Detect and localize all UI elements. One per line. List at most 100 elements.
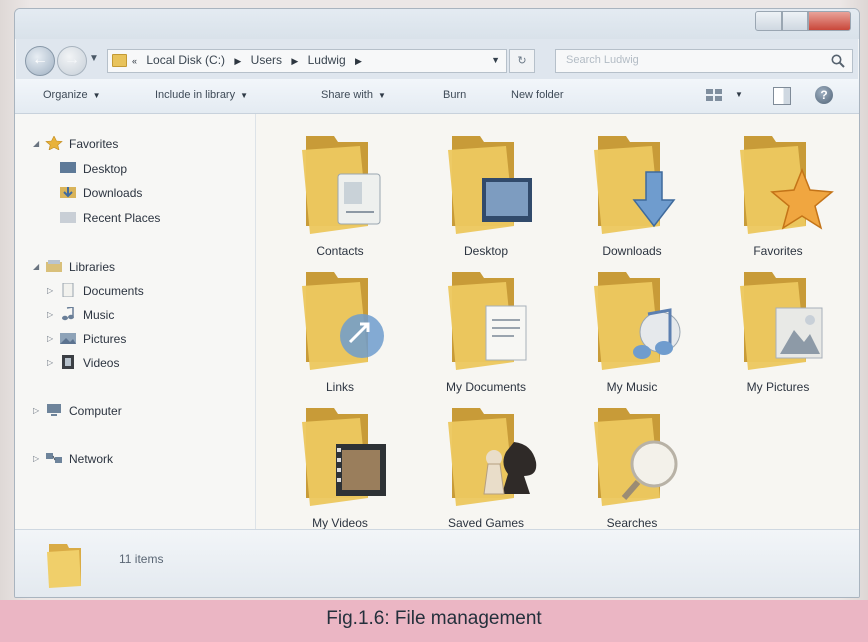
folder-item[interactable]: Desktop bbox=[426, 130, 546, 260]
share-with-button[interactable]: Share with ▼ bbox=[321, 89, 386, 101]
folder-label: My Documents bbox=[445, 380, 527, 394]
sidebar-item-downloads[interactable]: Downloads bbox=[83, 186, 142, 200]
breadcrumb-item[interactable]: Users bbox=[251, 53, 282, 67]
navigation-pane: ◢ Favorites Desktop Downloads Recent Pla… bbox=[15, 114, 256, 529]
star-icon bbox=[740, 136, 834, 234]
film-strip-icon bbox=[302, 408, 386, 506]
star-icon bbox=[45, 136, 63, 150]
folder-item[interactable]: Saved Games bbox=[426, 402, 546, 532]
folder-item[interactable]: My Pictures bbox=[718, 266, 838, 396]
window-controls bbox=[755, 11, 852, 31]
include-in-library-label: Include in library bbox=[155, 89, 236, 101]
recent-places-icon bbox=[60, 212, 76, 223]
folder-item[interactable]: Downloads bbox=[572, 130, 692, 260]
burn-button[interactable]: Burn bbox=[443, 89, 466, 101]
folder-label: My Music bbox=[606, 380, 658, 394]
minimize-button[interactable] bbox=[755, 11, 783, 31]
collapsed-arrow-icon[interactable]: ▷ bbox=[33, 454, 39, 463]
sidebar-item-videos[interactable]: Videos bbox=[83, 356, 119, 370]
folder-label: My Pictures bbox=[746, 380, 810, 394]
film-strip-icon bbox=[62, 355, 74, 369]
preview-pane-icon[interactable] bbox=[773, 87, 791, 105]
chevron-right-icon[interactable]: ▶ bbox=[291, 56, 298, 66]
folder-icon bbox=[47, 544, 81, 588]
refresh-button[interactable]: ↻ bbox=[509, 49, 535, 73]
help-icon[interactable]: ? bbox=[815, 86, 833, 104]
breadcrumb-item[interactable]: Ludwig bbox=[308, 53, 346, 67]
address-bar[interactable]: « Local Disk (C:) ▶ Users ▶ Ludwig ▶ ▼ bbox=[107, 49, 507, 73]
folder-label: Desktop bbox=[463, 244, 509, 258]
breadcrumb-item[interactable]: Local Disk (C:) bbox=[146, 53, 225, 67]
sidebar-item-recent-places[interactable]: Recent Places bbox=[83, 211, 160, 225]
chevron-right-icon[interactable]: ▶ bbox=[355, 56, 362, 66]
sidebar-item-libraries[interactable]: Libraries bbox=[69, 260, 115, 274]
download-arrow-icon bbox=[594, 136, 676, 234]
chevron-down-icon: ▼ bbox=[377, 91, 386, 100]
burn-label: Burn bbox=[443, 89, 467, 101]
folder-item[interactable]: My Music bbox=[572, 266, 692, 396]
collapsed-arrow-icon[interactable]: ▷ bbox=[47, 310, 53, 319]
music-note-icon bbox=[62, 307, 74, 321]
folder-item[interactable]: Contacts bbox=[280, 130, 400, 260]
search-input[interactable]: Search Ludwig bbox=[555, 49, 853, 73]
chess-pieces-icon bbox=[448, 408, 537, 506]
libraries-icon bbox=[46, 260, 62, 272]
folder-item[interactable]: Links bbox=[280, 266, 400, 396]
maximize-button[interactable] bbox=[782, 11, 808, 31]
include-in-library-button[interactable]: Include in library ▼ bbox=[155, 89, 248, 101]
expand-arrow-icon[interactable]: ◢ bbox=[33, 262, 39, 271]
sidebar-item-computer[interactable]: Computer bbox=[69, 404, 122, 418]
sidebar-item-desktop[interactable]: Desktop bbox=[83, 162, 127, 176]
search-icon[interactable] bbox=[830, 53, 846, 69]
collapsed-arrow-icon[interactable]: ▷ bbox=[47, 334, 53, 343]
sidebar-item-music[interactable]: Music bbox=[83, 308, 114, 322]
chevron-down-icon[interactable]: ▼ bbox=[491, 55, 500, 65]
back-button[interactable]: ← bbox=[25, 46, 55, 76]
folder-label: Favorites bbox=[753, 244, 803, 258]
breadcrumb: « Local Disk (C:) ▶ Users ▶ Ludwig ▶ bbox=[132, 53, 368, 67]
sidebar-item-favorites[interactable]: Favorites bbox=[69, 137, 118, 151]
search-placeholder: Search Ludwig bbox=[566, 54, 639, 66]
overflow-chevron-icon[interactable]: « bbox=[132, 56, 137, 66]
details-pane: 11 items bbox=[15, 529, 859, 597]
share-with-label: Share with bbox=[321, 89, 373, 101]
sidebar-item-documents[interactable]: Documents bbox=[83, 284, 144, 298]
desktop-screen-icon bbox=[448, 136, 532, 234]
folder-icon bbox=[112, 54, 127, 67]
network-icon bbox=[46, 453, 62, 463]
folder-item[interactable]: My Documents bbox=[426, 266, 546, 396]
link-arrow-icon bbox=[302, 272, 384, 370]
chevron-down-icon[interactable]: ▼ bbox=[735, 90, 743, 99]
new-folder-label: New folder bbox=[511, 89, 564, 101]
collapsed-arrow-icon[interactable]: ▷ bbox=[33, 406, 39, 415]
collapsed-arrow-icon[interactable]: ▷ bbox=[47, 286, 53, 295]
folder-label: Searches bbox=[606, 516, 658, 530]
folder-label: Saved Games bbox=[447, 516, 525, 530]
sidebar-item-network[interactable]: Network bbox=[69, 452, 113, 466]
folder-item[interactable]: Searches bbox=[572, 402, 692, 532]
chevron-right-icon[interactable]: ▶ bbox=[234, 56, 241, 66]
sidebar-item-pictures[interactable]: Pictures bbox=[83, 332, 126, 346]
computer-icon bbox=[47, 404, 61, 416]
change-view-icon[interactable] bbox=[705, 88, 723, 102]
file-list: Contacts Desktop Downloads Favorites Links My… bbox=[256, 114, 859, 532]
music-note-icon bbox=[594, 272, 681, 370]
close-button[interactable] bbox=[807, 11, 852, 31]
chevron-down-icon: ▼ bbox=[92, 91, 101, 100]
new-folder-button[interactable]: New folder bbox=[511, 89, 564, 101]
folder-label: Contacts bbox=[316, 244, 364, 258]
expand-arrow-icon[interactable]: ◢ bbox=[33, 139, 39, 148]
folder-item[interactable]: Favorites bbox=[718, 130, 838, 260]
collapsed-arrow-icon[interactable]: ▷ bbox=[47, 358, 53, 367]
forward-button[interactable]: → bbox=[57, 46, 87, 76]
folder-item[interactable]: My Videos bbox=[280, 402, 400, 532]
chevron-down-icon: ▼ bbox=[240, 91, 249, 100]
organize-button[interactable]: Organize ▼ bbox=[43, 89, 101, 101]
item-count: 11 items bbox=[119, 552, 164, 566]
pictures-icon bbox=[60, 333, 76, 344]
magnifier-icon bbox=[594, 408, 678, 506]
recent-pages-dropdown[interactable]: ▼ bbox=[89, 53, 99, 64]
folder-label: Links bbox=[325, 380, 354, 394]
document-page-icon bbox=[448, 272, 527, 370]
documents-icon bbox=[62, 283, 74, 297]
